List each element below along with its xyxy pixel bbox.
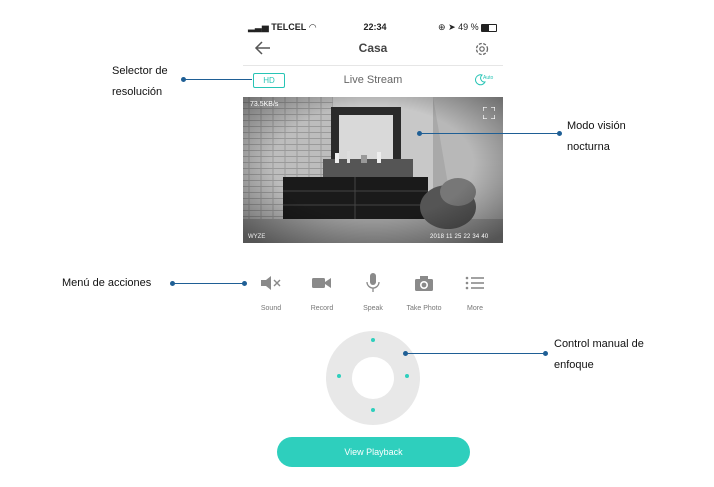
annotation-night-line2: nocturna bbox=[567, 141, 610, 153]
annotation-connector bbox=[420, 133, 560, 134]
gear-icon bbox=[475, 42, 489, 56]
video-camera-icon bbox=[312, 278, 331, 288]
header-divider bbox=[243, 65, 503, 66]
annotation-resolution-line1: Selector de bbox=[112, 65, 168, 77]
time-label: 22:34 bbox=[363, 22, 387, 32]
microphone-icon bbox=[366, 273, 380, 292]
bitrate-indicator: 73.5KB/s bbox=[250, 101, 279, 108]
dpad-down-dot[interactable] bbox=[371, 408, 375, 412]
view-playback-button[interactable]: View Playback bbox=[277, 437, 470, 467]
focus-control-pad[interactable] bbox=[325, 330, 421, 426]
annotation-resolution-line2: resolución bbox=[112, 86, 163, 98]
annotation-focus: Control manual de enfoque bbox=[554, 334, 644, 376]
fullscreen-icon bbox=[482, 106, 496, 120]
annotation-dot bbox=[543, 351, 548, 356]
fullscreen-button[interactable] bbox=[482, 106, 496, 124]
carrier-label: TELCEL bbox=[271, 22, 307, 32]
auto-label: Auto bbox=[483, 75, 494, 81]
annotation-connector bbox=[184, 79, 252, 80]
back-button[interactable] bbox=[254, 41, 272, 55]
annotation-connector bbox=[406, 353, 546, 354]
wifi-icon: ◠ bbox=[308, 22, 317, 32]
clock: 22:34 bbox=[352, 21, 398, 33]
annotation-resolution: Selector de resolución bbox=[112, 61, 168, 103]
video-feed[interactable] bbox=[243, 97, 503, 243]
camera-icon bbox=[415, 276, 433, 291]
video-scene bbox=[243, 97, 503, 243]
signal-icon: ▂▃▅ bbox=[248, 22, 269, 32]
annotation-dot bbox=[557, 131, 562, 136]
battery-area: ⊕ ➤ 49 % bbox=[438, 21, 498, 33]
battery-icon bbox=[481, 23, 498, 32]
dpad-up-dot[interactable] bbox=[371, 338, 375, 342]
page-title: Casa bbox=[358, 41, 388, 55]
more-label: More bbox=[467, 305, 483, 312]
annotation-night-line1: Modo visión bbox=[567, 120, 626, 132]
location-icon: ➤ bbox=[448, 22, 456, 32]
list-icon bbox=[465, 276, 484, 290]
video-timestamp: 2018 11 25 22 34 40 bbox=[430, 234, 489, 240]
settings-button[interactable] bbox=[474, 41, 490, 57]
action-toolbar: Sound Record Speak Take Photo More bbox=[241, 270, 501, 315]
dpad-left-dot[interactable] bbox=[337, 374, 341, 378]
dpad-right-dot[interactable] bbox=[405, 374, 409, 378]
annotation-actions-menu: Menú de acciones bbox=[62, 277, 152, 289]
annotation-focus-line2: enfoque bbox=[554, 359, 594, 371]
stream-title: Live Stream bbox=[343, 74, 403, 86]
arrow-left-icon bbox=[254, 41, 270, 55]
speaker-mute-icon bbox=[261, 276, 281, 290]
lock-rotation-icon: ⊕ bbox=[438, 22, 446, 32]
signal-carrier: ▂▃▅ TELCEL ◠ bbox=[248, 21, 317, 33]
night-mode-button[interactable]: Auto bbox=[474, 73, 493, 91]
annotation-focus-line1: Control manual de bbox=[554, 338, 644, 350]
annotation-connector bbox=[173, 283, 245, 284]
resolution-selector[interactable]: HD bbox=[253, 73, 285, 88]
battery-label: 49 % bbox=[458, 22, 479, 32]
annotation-night-vision: Modo visión nocturna bbox=[567, 116, 626, 158]
camera-watermark: WYZE bbox=[248, 234, 266, 240]
more-button[interactable]: More bbox=[445, 270, 505, 315]
annotation-dot bbox=[242, 281, 247, 286]
